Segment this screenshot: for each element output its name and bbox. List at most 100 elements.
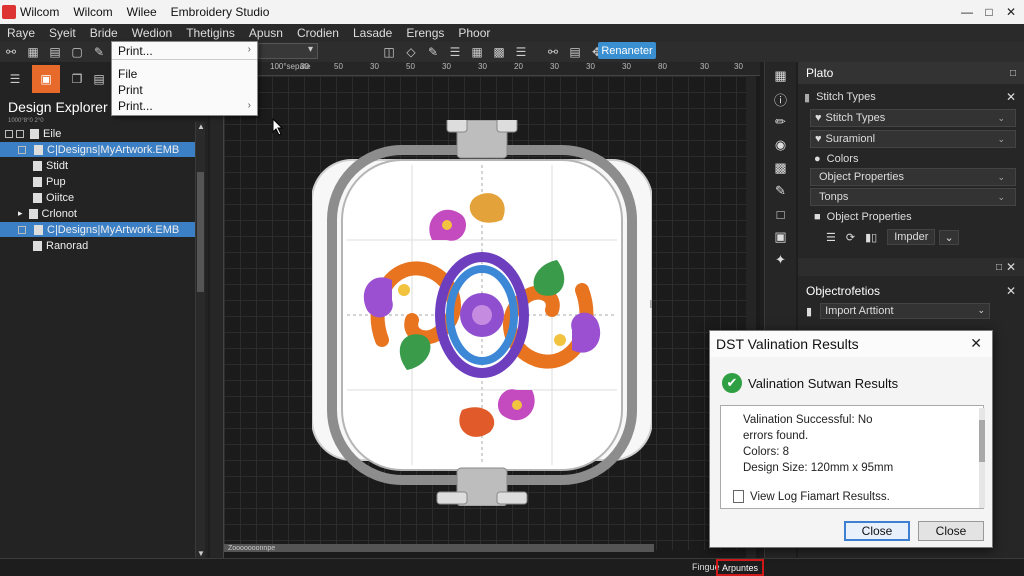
table-view-icon[interactable]: ▦ bbox=[468, 44, 486, 60]
color-swatch-icon[interactable]: ▮▯ bbox=[865, 231, 877, 244]
tree-item[interactable]: Pup bbox=[0, 174, 195, 189]
restore-icon[interactable]: □ bbox=[996, 262, 1002, 273]
table-icon[interactable]: ▤ bbox=[46, 44, 64, 60]
refresh-icon[interactable]: ⟳ bbox=[846, 231, 855, 244]
close-window-icon[interactable]: ✕ bbox=[996, 0, 1024, 24]
result-line: errors found. bbox=[743, 430, 809, 442]
toolbar-select[interactable]: ▾ bbox=[258, 43, 318, 59]
design-view-icon[interactable]: ▣ bbox=[32, 65, 60, 93]
scroll-up-icon[interactable]: ▲ bbox=[197, 122, 205, 131]
dialog-titlebar: DST Valination Results ✕ bbox=[710, 331, 992, 357]
image-icon[interactable]: ▢ bbox=[68, 44, 86, 60]
rename-button[interactable]: Renaneter bbox=[598, 42, 656, 59]
menu-item-print[interactable]: Print bbox=[112, 82, 257, 98]
tree-item[interactable]: Oiitce bbox=[0, 190, 195, 205]
menu-item[interactable]: Crodien bbox=[297, 26, 339, 40]
expand-chevron-icon[interactable]: ▸ bbox=[18, 208, 23, 219]
menu-item[interactable]: Bride bbox=[90, 26, 118, 40]
import-select[interactable]: Import Arttiont ⌄ bbox=[820, 303, 991, 319]
colors-row[interactable]: ● Colors bbox=[810, 150, 1024, 168]
panel-header: Plato □ bbox=[798, 62, 1024, 84]
checkbox[interactable] bbox=[18, 145, 26, 154]
scrollbar-thumb[interactable] bbox=[979, 420, 985, 462]
close-icon[interactable]: ✕ bbox=[970, 335, 982, 352]
design-canvas[interactable]: 100°sepate 30 50 30 50 30 30 20 30 30 30… bbox=[210, 62, 760, 558]
object-properties-row[interactable]: ■ Object Properties bbox=[810, 208, 1024, 226]
stamp-icon[interactable]: ▤ bbox=[566, 44, 584, 60]
link-icon[interactable]: ⚯ bbox=[2, 44, 20, 60]
list-icon[interactable]: ☰ bbox=[826, 231, 836, 244]
layout-icon[interactable]: ◫ bbox=[380, 44, 398, 60]
stitch-types-select[interactable]: ♥ Stitch Types ⌄ bbox=[810, 109, 1016, 127]
copy-icon[interactable]: ❐ bbox=[68, 71, 86, 87]
menu-item[interactable]: Apusn bbox=[249, 26, 283, 40]
panel-subheader: □ ✕ bbox=[798, 258, 1024, 276]
scrollbar-thumb[interactable] bbox=[197, 172, 204, 292]
checkbox[interactable] bbox=[16, 129, 24, 138]
square-icon[interactable]: □ bbox=[771, 205, 791, 223]
close-button[interactable]: Close bbox=[918, 521, 984, 541]
paste-icon[interactable]: ▤ bbox=[90, 71, 108, 87]
ruler-label: 30 bbox=[370, 62, 379, 71]
grid-icon[interactable]: ▦ bbox=[24, 44, 42, 60]
hamburger-menu-icon[interactable]: ☰ bbox=[6, 71, 24, 87]
import-row: ▮ Import Arttiont ⌄ bbox=[798, 302, 1024, 320]
list-icon[interactable]: ☰ bbox=[512, 44, 530, 60]
zoom-label: Zooooooonnpe bbox=[228, 545, 276, 552]
edit-icon[interactable]: ✎ bbox=[424, 44, 442, 60]
canvas-horizontal-scrollbar[interactable] bbox=[224, 544, 654, 552]
embroidery-hoop[interactable] bbox=[312, 120, 652, 506]
object-properties-select[interactable]: Object Properties ⌄ bbox=[810, 168, 1016, 186]
tree-item[interactable]: C|Designs|MyArtwork.EMB bbox=[0, 222, 195, 237]
select-label: Tonps bbox=[819, 191, 849, 203]
menu-item[interactable]: Lasade bbox=[353, 26, 392, 40]
close-icon[interactable]: ✕ bbox=[1006, 260, 1016, 274]
tree-item[interactable]: C|Designs|MyArtwork.EMB bbox=[0, 142, 195, 157]
menu-item-print-dialog[interactable]: Print... › bbox=[112, 98, 257, 114]
checkbox[interactable] bbox=[5, 129, 13, 138]
results-scrollbar[interactable] bbox=[979, 408, 985, 508]
status-highlight[interactable]: Arpuntes bbox=[716, 559, 764, 576]
tree-item[interactable]: Stidt bbox=[0, 158, 195, 173]
close-icon[interactable]: ✕ bbox=[1006, 90, 1016, 104]
close-button-primary[interactable]: Close bbox=[844, 521, 910, 541]
chevron-down-icon[interactable]: ⌄ bbox=[939, 229, 959, 245]
select-label: Suramionl bbox=[825, 133, 876, 145]
tonps-select[interactable]: Tonps ⌄ bbox=[810, 188, 1016, 206]
tree-item[interactable]: Eile bbox=[0, 126, 195, 141]
menu-item-file[interactable]: File bbox=[112, 66, 257, 82]
tree-item[interactable]: ▸ Crlonot bbox=[0, 206, 195, 221]
thread-icon[interactable]: ◉ bbox=[771, 136, 791, 154]
chart-icon[interactable]: ▩ bbox=[490, 44, 508, 60]
menu-item[interactable]: Thetigins bbox=[186, 26, 235, 40]
impder-button[interactable]: Impder bbox=[887, 229, 936, 245]
monitor-icon[interactable]: ▣ bbox=[771, 228, 791, 246]
pattern-icon[interactable]: ▩ bbox=[771, 159, 791, 177]
checkbox[interactable] bbox=[18, 225, 26, 234]
tree-item[interactable]: Ranorad bbox=[0, 238, 195, 253]
menu-item[interactable]: Phoor bbox=[458, 26, 490, 40]
pen-icon[interactable]: ✎ bbox=[90, 44, 108, 60]
needle-icon[interactable]: ✏ bbox=[771, 113, 791, 131]
close-icon[interactable]: ✕ bbox=[1006, 284, 1016, 298]
rows-icon[interactable]: ☰ bbox=[446, 44, 464, 60]
tree-item-label: Oiitce bbox=[46, 191, 75, 204]
info-icon[interactable]: ⓘ bbox=[771, 90, 791, 108]
grid-icon[interactable]: ▦ bbox=[771, 67, 791, 85]
tool-icon[interactable]: ✦ bbox=[771, 251, 791, 269]
edit-icon[interactable]: ✎ bbox=[771, 182, 791, 200]
scroll-down-icon[interactable]: ▼ bbox=[197, 549, 205, 558]
menu-item[interactable]: Wedion bbox=[132, 26, 172, 40]
dropdown-header[interactable]: Print... › bbox=[112, 42, 257, 60]
view-log-link[interactable]: View Log Fiamart Resultss. bbox=[733, 490, 890, 503]
menu-item[interactable]: Erengs bbox=[406, 26, 444, 40]
select-label: Object Properties bbox=[819, 171, 904, 183]
diamond-icon[interactable]: ◇ bbox=[402, 44, 420, 60]
explorer-scrollbar[interactable]: ▲ ▼ bbox=[195, 122, 205, 558]
link-chain-icon[interactable]: ⚯ bbox=[544, 44, 562, 60]
row-label: Colors bbox=[826, 153, 859, 165]
suramionl-select[interactable]: ♥ Suramionl ⌄ bbox=[810, 130, 1016, 148]
menu-item[interactable]: Syeit bbox=[49, 26, 76, 40]
menu-item[interactable]: Raye bbox=[7, 26, 35, 40]
restore-icon[interactable]: □ bbox=[1010, 68, 1016, 79]
